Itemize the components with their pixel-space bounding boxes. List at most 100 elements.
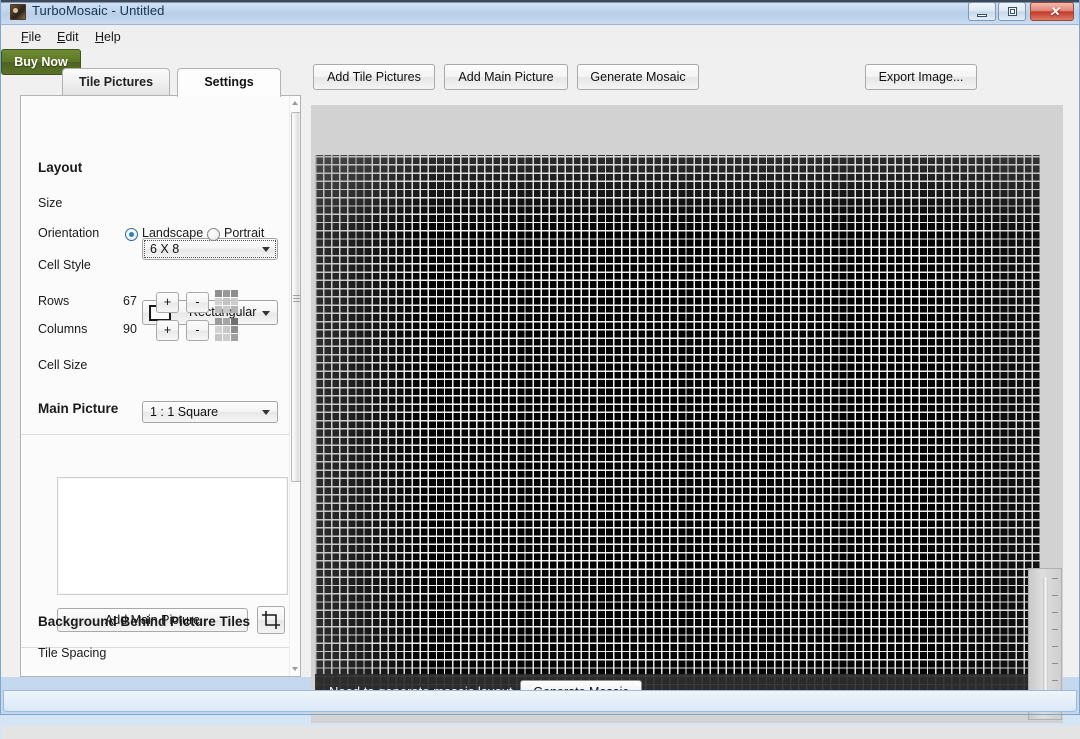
zoom-slider-track[interactable] bbox=[1043, 577, 1048, 699]
menu-file[interactable]: File bbox=[15, 29, 47, 45]
grid-icon-cell bbox=[223, 334, 230, 341]
app-icon bbox=[10, 4, 26, 20]
grid-icon-cell bbox=[215, 298, 222, 305]
minimize-button[interactable] bbox=[968, 2, 996, 21]
grid-icon-cell bbox=[231, 290, 238, 297]
layout-section-title: Layout bbox=[38, 160, 82, 175]
menu-file-rest: ile bbox=[29, 30, 42, 44]
size-label: Size bbox=[38, 196, 62, 210]
grid-icon-cell bbox=[215, 306, 222, 313]
scroll-up-button[interactable] bbox=[290, 96, 301, 110]
grid-icon-cell bbox=[231, 318, 238, 325]
client-area: Add Tile Pictures Add Main Picture Gener… bbox=[1, 49, 1079, 677]
section-divider-1 bbox=[21, 434, 291, 435]
chevron-up-icon bbox=[292, 101, 298, 105]
columns-label: Columns bbox=[38, 322, 87, 336]
cell-size-label: Cell Size bbox=[38, 358, 87, 372]
grid-icon-cell bbox=[231, 306, 238, 313]
tab-tile-pictures[interactable]: Tile Pictures bbox=[62, 68, 170, 95]
menu-bar: File Edit Help bbox=[1, 25, 1079, 50]
rows-decrement-button[interactable]: - bbox=[186, 292, 209, 313]
close-icon: ✕ bbox=[1049, 5, 1058, 19]
grip-line bbox=[293, 301, 300, 302]
zoom-tick bbox=[1052, 646, 1058, 647]
orientation-label: Orientation bbox=[38, 226, 99, 240]
rows-label: Rows bbox=[38, 294, 69, 308]
grid-icon-cell bbox=[215, 290, 222, 297]
grid-icon-cell bbox=[223, 290, 230, 297]
cell-size-value: 1 : 1 Square bbox=[150, 402, 218, 422]
columns-grid-icon[interactable] bbox=[215, 318, 240, 343]
menu-help[interactable]: Help bbox=[89, 29, 127, 45]
grid-icon-cell bbox=[231, 326, 238, 333]
grip-line bbox=[293, 295, 300, 296]
window-title: TurboMosaic - Untitled bbox=[32, 3, 165, 18]
crop-icon bbox=[258, 607, 284, 633]
export-image-button[interactable]: Export Image... bbox=[865, 64, 977, 90]
mosaic-shading-overlay bbox=[315, 155, 1040, 710]
zoom-tick bbox=[1052, 595, 1058, 596]
grid-icon-cell bbox=[231, 298, 238, 305]
mosaic-grid-preview[interactable] bbox=[315, 155, 1040, 710]
settings-panel: Layout Size 6 X 8 Orientation Landscape … bbox=[20, 95, 301, 677]
grid-icon-cell bbox=[215, 326, 222, 333]
menu-edit[interactable]: Edit bbox=[51, 29, 85, 45]
title-bar: TurboMosaic - Untitled ✕ bbox=[0, 0, 1080, 25]
zoom-tick bbox=[1052, 629, 1058, 630]
main-picture-preview[interactable] bbox=[57, 477, 288, 595]
radio-landscape-label[interactable]: Landscape bbox=[142, 226, 203, 240]
zoom-tick bbox=[1052, 578, 1058, 579]
minimize-icon bbox=[977, 14, 987, 17]
window-status-strip bbox=[2, 726, 1080, 739]
rows-increment-button[interactable]: + bbox=[156, 292, 179, 313]
mosaic-canvas-area[interactable]: Need to generate mosaic layout Generate … bbox=[311, 105, 1063, 723]
add-tile-pictures-button[interactable]: Add Tile Pictures bbox=[313, 64, 435, 90]
chevron-down-icon bbox=[262, 247, 270, 252]
size-value: 6 X 8 bbox=[150, 239, 179, 259]
size-combobox[interactable]: 6 X 8 bbox=[142, 238, 278, 260]
cell-size-combobox[interactable]: 1 : 1 Square bbox=[142, 401, 278, 423]
zoom-tick bbox=[1052, 612, 1058, 613]
menu-edit-rest: dit bbox=[65, 30, 78, 44]
settings-panel-content: Layout Size 6 X 8 Orientation Landscape … bbox=[21, 96, 291, 677]
generate-mosaic-button[interactable]: Generate Mosaic bbox=[577, 64, 699, 90]
rows-grid-icon[interactable] bbox=[215, 290, 240, 315]
tab-settings[interactable]: Settings bbox=[177, 68, 281, 97]
crop-button[interactable] bbox=[257, 606, 285, 634]
maximize-icon bbox=[1008, 7, 1017, 16]
chevron-down-icon bbox=[262, 311, 270, 316]
window-bottom-edge bbox=[3, 690, 1077, 712]
cell-style-label: Cell Style bbox=[38, 258, 91, 272]
zoom-tick bbox=[1052, 663, 1058, 664]
add-main-picture-button[interactable]: Add Main Picture bbox=[444, 64, 568, 90]
grid-icon-cell bbox=[215, 318, 222, 325]
grid-icon-cell bbox=[223, 306, 230, 313]
rows-value: 67 bbox=[123, 294, 137, 308]
grid-icon-cell bbox=[223, 326, 230, 333]
grid-icon-cell bbox=[223, 298, 230, 305]
scroll-down-button[interactable] bbox=[290, 662, 301, 676]
grid-icon-cell bbox=[231, 334, 238, 341]
grid-icon-cell bbox=[215, 334, 222, 341]
chevron-down-icon bbox=[292, 667, 298, 671]
zoom-tick bbox=[1052, 680, 1058, 681]
settings-panel-scrollbar[interactable] bbox=[289, 96, 300, 676]
close-button[interactable]: ✕ bbox=[1030, 2, 1074, 21]
columns-value: 90 bbox=[123, 322, 137, 336]
radio-portrait[interactable] bbox=[207, 228, 220, 241]
columns-decrement-button[interactable]: - bbox=[186, 320, 209, 341]
chevron-down-icon bbox=[262, 410, 270, 415]
radio-landscape[interactable] bbox=[125, 228, 138, 241]
radio-portrait-label[interactable]: Portrait bbox=[224, 226, 264, 240]
columns-increment-button[interactable]: + bbox=[156, 320, 179, 341]
application-window: TurboMosaic - Untitled ✕ File Edit Help … bbox=[0, 0, 1080, 715]
grip-line bbox=[293, 298, 300, 299]
background-section-title: Background Behind Picture Tiles bbox=[38, 614, 250, 629]
maximize-button[interactable] bbox=[998, 2, 1026, 21]
tab-strip: Tile Pictures Settings bbox=[20, 68, 282, 96]
scrollbar-thumb[interactable] bbox=[291, 112, 301, 482]
tile-spacing-label: Tile Spacing bbox=[38, 646, 106, 660]
grid-icon-cell bbox=[223, 318, 230, 325]
main-picture-section-title: Main Picture bbox=[38, 401, 118, 416]
menu-help-rest: elp bbox=[104, 30, 121, 44]
